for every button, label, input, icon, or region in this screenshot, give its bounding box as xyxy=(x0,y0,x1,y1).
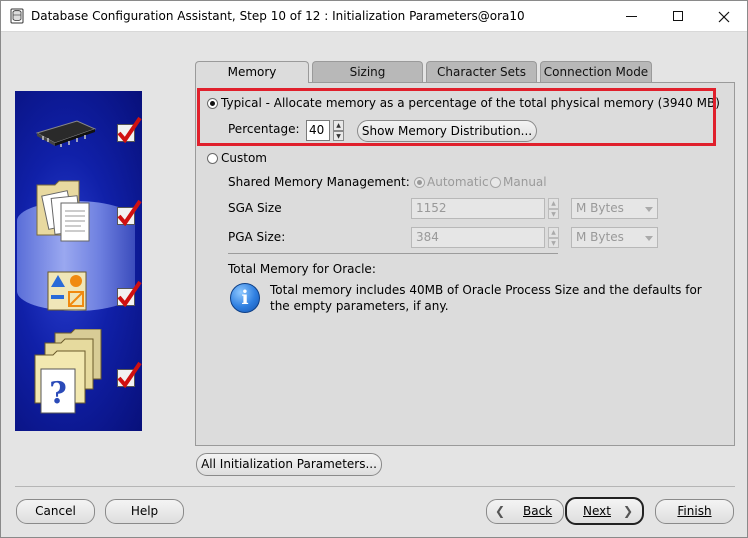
manual-label[interactable]: Manual xyxy=(503,175,547,189)
minimize-icon xyxy=(626,16,637,17)
back-button[interactable]: ❮ Back xyxy=(486,499,564,524)
total-memory-label: Total Memory for Oracle: xyxy=(228,262,376,276)
memory-chip-icon xyxy=(35,120,97,147)
stepper-up-icon[interactable]: ▲ xyxy=(548,198,559,209)
typical-radio[interactable] xyxy=(207,98,218,109)
shared-memory-management-label: Shared Memory Management: xyxy=(228,175,410,189)
window-title: Database Configuration Assistant, Step 1… xyxy=(31,9,525,23)
minimize-button[interactable] xyxy=(609,1,655,32)
database-app-icon xyxy=(10,8,24,24)
stepper-up-icon[interactable]: ▲ xyxy=(548,227,559,238)
close-button[interactable] xyxy=(701,1,747,32)
pga-size-input[interactable]: 384 xyxy=(411,227,545,248)
close-icon xyxy=(718,11,730,23)
typical-label[interactable]: Typical - Allocate memory as a percentag… xyxy=(221,96,720,110)
tab-character-sets[interactable]: Character Sets xyxy=(426,61,537,82)
percentage-label: Percentage: xyxy=(228,122,300,136)
sga-size-stepper[interactable]: ▲ ▼ xyxy=(548,198,559,219)
total-memory-info-text: Total memory includes 40MB of Oracle Pro… xyxy=(270,283,702,313)
total-memory-separator xyxy=(228,253,558,254)
info-icon: i xyxy=(230,283,260,313)
help-button[interactable]: Help xyxy=(105,499,184,524)
tab-connection-mode[interactable]: Connection Mode xyxy=(540,61,652,82)
manual-radio[interactable] xyxy=(490,177,501,188)
show-memory-distribution-button[interactable]: Show Memory Distribution... xyxy=(357,120,537,142)
sga-unit-value: M Bytes xyxy=(576,201,624,215)
tab-sizing[interactable]: Sizing xyxy=(312,61,423,82)
dropdown-arrow-icon xyxy=(645,207,653,212)
automatic-label[interactable]: Automatic xyxy=(427,175,489,189)
next-button[interactable]: Next ❯ xyxy=(565,497,644,525)
shapes-template-icon xyxy=(47,271,87,311)
stepper-down-icon[interactable]: ▼ xyxy=(548,208,559,219)
back-label: Back xyxy=(523,504,553,518)
back-arrow-icon: ❮ xyxy=(495,504,506,518)
red-checkmark-icon xyxy=(117,280,142,307)
automatic-radio[interactable] xyxy=(414,177,425,188)
maximize-icon xyxy=(673,11,683,21)
pga-size-stepper[interactable]: ▲ ▼ xyxy=(548,227,559,248)
stepper-down-icon[interactable]: ▼ xyxy=(548,237,559,248)
next-arrow-icon: ❯ xyxy=(623,504,634,518)
next-label: Next xyxy=(583,504,611,518)
custom-label[interactable]: Custom xyxy=(221,151,267,165)
help-folders-icon: ? xyxy=(34,329,102,414)
all-initialization-parameters-button[interactable]: All Initialization Parameters... xyxy=(196,453,382,476)
wizard-steps-graphic: ? xyxy=(15,91,142,431)
documents-folder-icon xyxy=(36,180,90,242)
tab-memory[interactable]: Memory xyxy=(195,61,309,83)
red-checkmark-icon xyxy=(117,199,142,226)
red-checkmark-icon xyxy=(117,361,142,388)
percentage-input[interactable]: 40 xyxy=(306,120,330,141)
dbca-window: Database Configuration Assistant, Step 1… xyxy=(0,0,748,538)
step-complete-checkbox xyxy=(117,199,142,226)
maximize-button[interactable] xyxy=(656,1,702,32)
step-complete-checkbox xyxy=(117,280,142,307)
percentage-stepper[interactable]: ▲ ▼ xyxy=(333,120,344,141)
footer-separator xyxy=(15,486,735,487)
red-checkmark-icon xyxy=(117,116,142,143)
pga-unit-value: M Bytes xyxy=(576,230,624,244)
cancel-button[interactable]: Cancel xyxy=(16,499,95,524)
pga-size-label: PGA Size: xyxy=(228,230,286,244)
title-bar: Database Configuration Assistant, Step 1… xyxy=(1,1,747,32)
finish-button[interactable]: Finish xyxy=(655,499,734,524)
svg-text:?: ? xyxy=(49,376,67,411)
dropdown-arrow-icon xyxy=(645,236,653,241)
sga-size-label: SGA Size xyxy=(228,201,282,215)
sga-unit-select[interactable]: M Bytes xyxy=(571,198,658,219)
sga-size-input[interactable]: 1152 xyxy=(411,198,545,219)
stepper-up-icon[interactable]: ▲ xyxy=(333,120,344,131)
step-complete-checkbox xyxy=(117,116,142,143)
custom-radio[interactable] xyxy=(207,153,218,164)
step-complete-checkbox xyxy=(117,361,142,388)
stepper-down-icon[interactable]: ▼ xyxy=(333,130,344,141)
pga-unit-select[interactable]: M Bytes xyxy=(571,227,658,248)
